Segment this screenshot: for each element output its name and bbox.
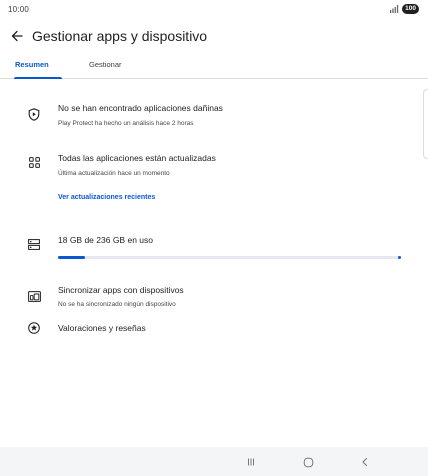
recent-updates-link[interactable]: Ver actualizaciones recientes [58,194,155,201]
arrow-back-icon [11,30,23,42]
tab-gestionar[interactable]: Gestionar [89,60,122,69]
home-icon [303,457,313,467]
storage-progress-bar [58,256,401,259]
active-tab-indicator [14,77,62,79]
play-protect-title: No se han encontrado aplicaciones dañina… [58,103,223,113]
status-bar: 10:00 100 [0,0,428,20]
top-app-bar: Gestionar apps y dispositivo [0,24,428,48]
devices-icon [27,289,41,303]
nav-back-button[interactable] [357,454,373,470]
play-protect-subtitle: Play Protect ha hecho un análisis hace 2… [58,120,194,127]
tab-resumen[interactable]: Resumen [15,60,49,69]
recents-icon [248,458,254,466]
ratings-title: Valoraciones y reseñas [58,323,146,333]
star-circle-icon [27,321,41,335]
tab-bar: Resumen Gestionar [0,56,428,79]
updates-subtitle: Última actualización hace un momento [58,170,170,177]
back-button[interactable] [9,28,25,44]
recents-button[interactable] [243,454,259,470]
updates-row[interactable]: Todas las aplicaciones están actualizada… [0,150,428,184]
updates-title: Todas las aplicaciones están actualizada… [58,153,216,163]
status-time: 10:00 [8,5,30,14]
ratings-row[interactable]: Valoraciones y reseñas [0,320,428,340]
storage-title: 18 GB de 236 GB en uso [58,235,153,245]
shield-icon [27,107,41,121]
storage-icon [27,237,41,251]
sync-subtitle: No se ha sincronizado ningún dispositivo [58,301,176,308]
sync-title: Sincronizar apps con dispositivos [58,285,184,295]
page-title: Gestionar apps y dispositivo [32,28,208,44]
system-nav-bar [0,447,428,476]
home-button[interactable] [300,454,316,470]
back-icon [362,458,367,466]
storage-row[interactable]: 18 GB de 236 GB en uso [0,232,428,264]
sync-row[interactable]: Sincronizar apps con dispositivos No se … [0,282,428,316]
battery-indicator: 100 [402,4,419,14]
storage-progress-fill [58,256,85,259]
status-indicators: 100 [390,4,419,14]
storage-progress-end [398,256,401,259]
signal-icon [390,5,399,13]
apps-grid-icon [27,155,41,169]
play-protect-row[interactable]: No se han encontrado aplicaciones dañina… [0,100,428,134]
